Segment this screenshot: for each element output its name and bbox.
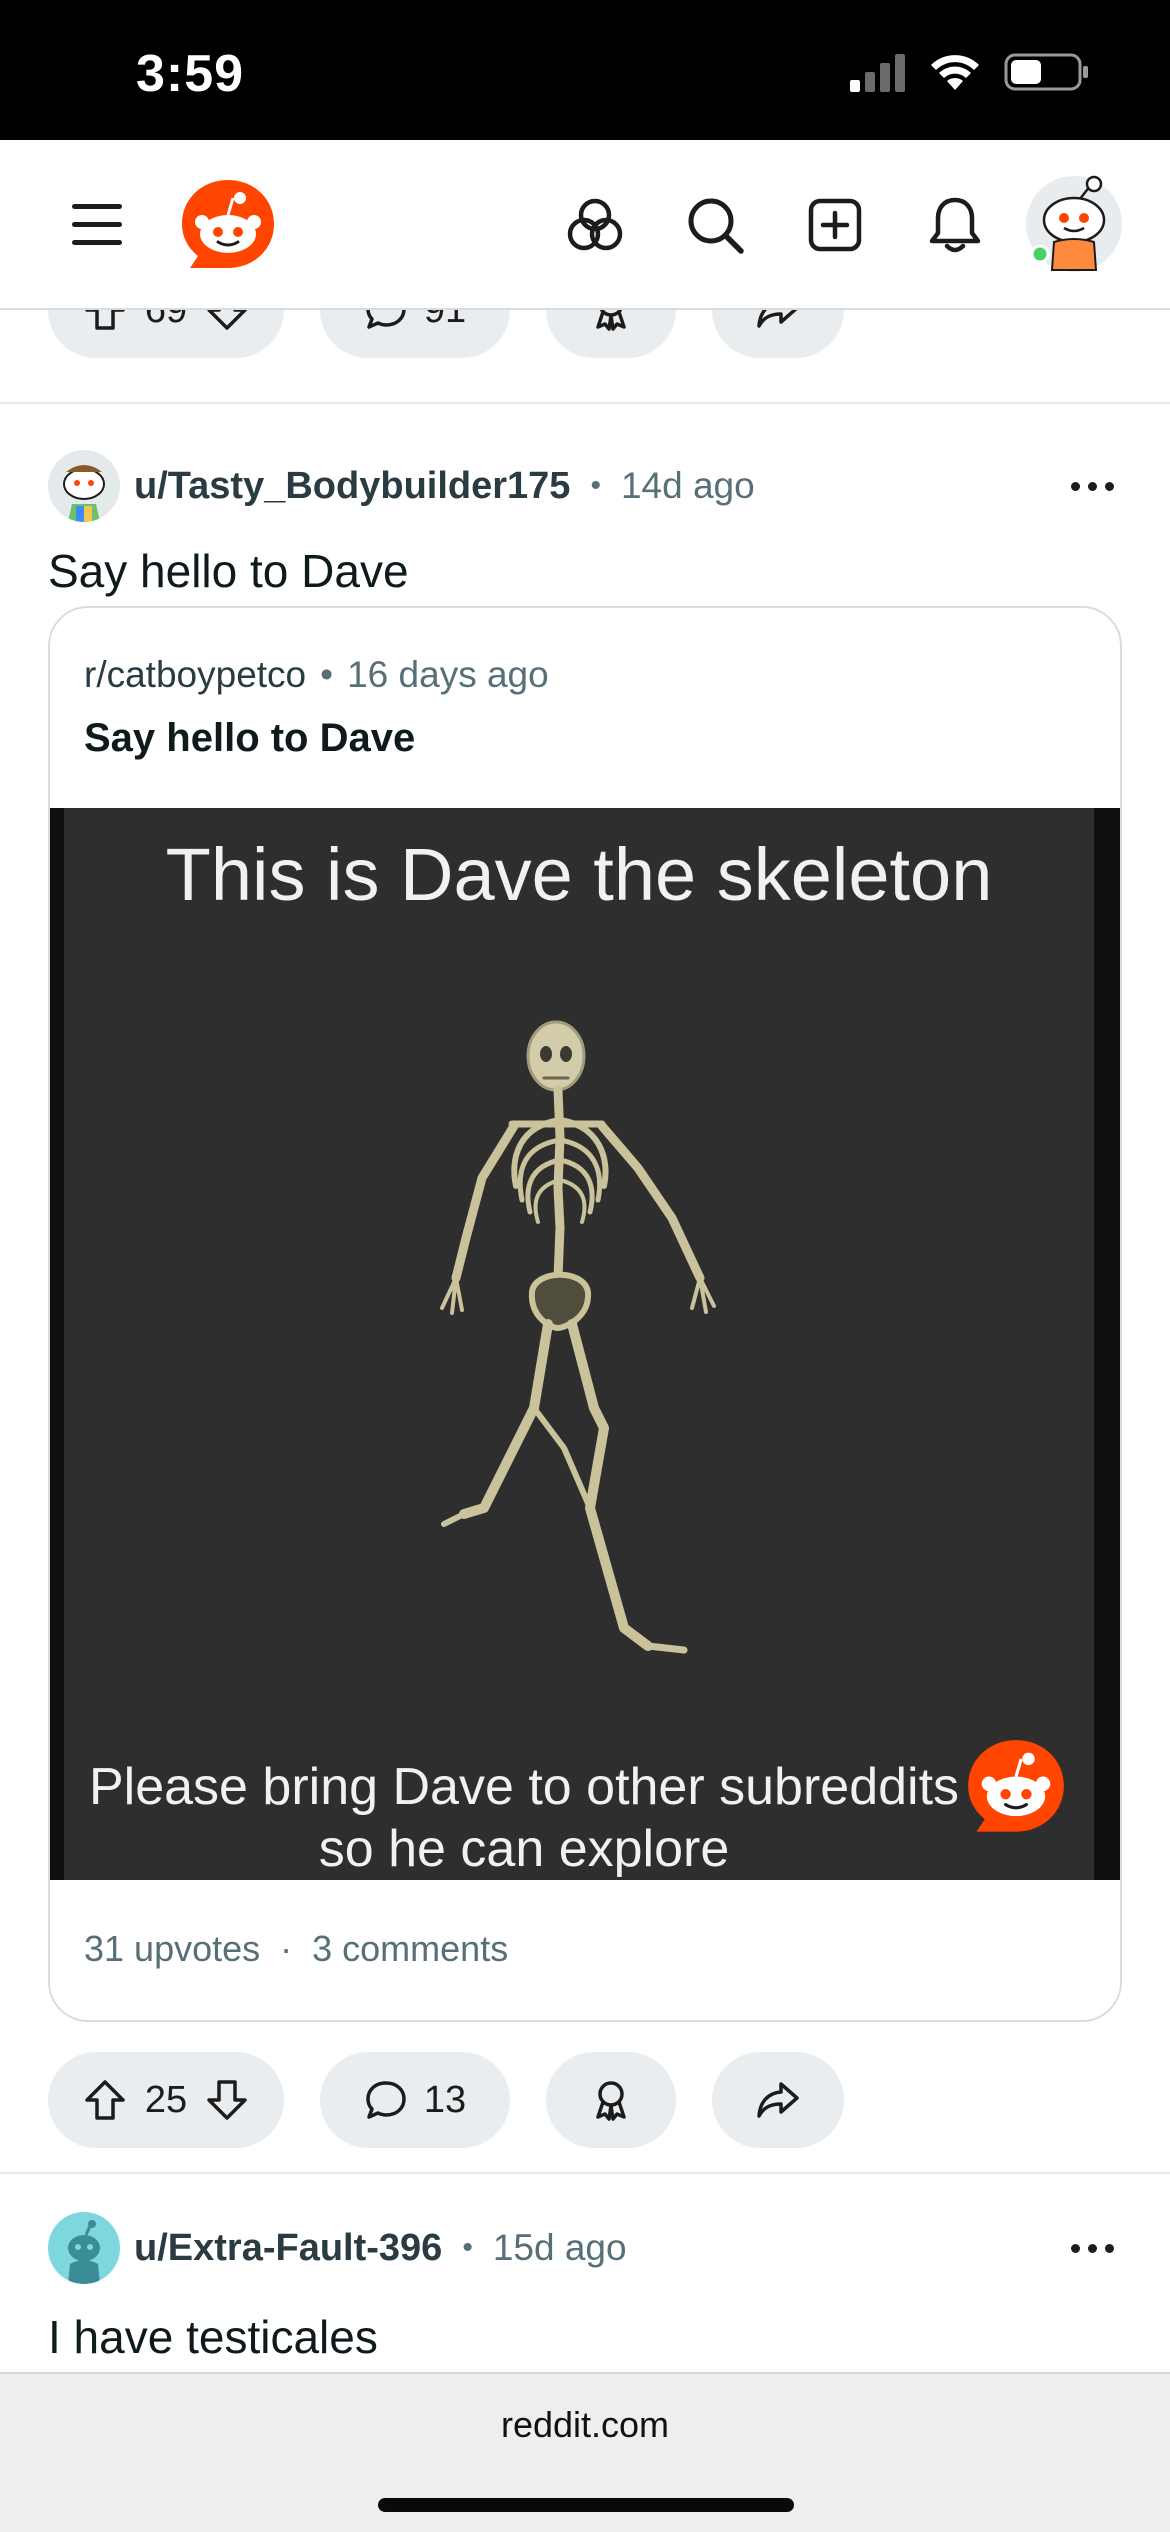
home-indicator[interactable] (378, 2498, 794, 2512)
prev-upvote-count: 69 (145, 310, 187, 332)
communities-icon (567, 198, 623, 251)
prev-vote-pill: 69 (48, 310, 284, 358)
prev-comments-button[interactable]: 91 (320, 310, 510, 358)
more-dot (1071, 2244, 1080, 2253)
next-post-card[interactable]: u/Extra-Fault-396 • 15d ago I have testi… (0, 2174, 1170, 2372)
app-header (0, 140, 1170, 310)
crosspost-upvotes: 31 upvotes (84, 1928, 261, 1969)
cellular-signal-icon (850, 54, 905, 92)
reddit-watermark-icon (968, 1740, 1064, 1832)
profile-avatar-button[interactable] (1024, 172, 1124, 276)
share-icon (757, 2082, 799, 2118)
next-post-title[interactable]: I have testicales (48, 2310, 378, 2364)
status-icons (850, 52, 1090, 92)
post-age: 14d ago (620, 465, 755, 506)
reddit-home-logo[interactable] (178, 176, 278, 276)
url-text[interactable]: reddit.com (0, 2404, 1170, 2446)
post-meta: u/Tasty_Bodybuilder175 • 14d ago (48, 450, 755, 522)
post-card[interactable]: u/Tasty_Bodybuilder175 • 14d ago Say hel… (0, 404, 1170, 2284)
more-dot (1105, 2244, 1114, 2253)
next-author-avatar[interactable] (48, 2212, 120, 2284)
upvote-count: 25 (144, 2078, 188, 2121)
share-button[interactable] (712, 2052, 844, 2148)
meme-caption-bottom: Please bring Dave to other subreddits so… (74, 1756, 974, 1880)
next-post-overflow-menu-button[interactable] (1071, 2244, 1114, 2253)
crosspost-meta: r/catboypetco • 16 days ago (84, 654, 549, 696)
meta-separator: • (462, 2231, 473, 2264)
next-post-author[interactable]: u/Extra-Fault-396 (134, 2227, 442, 2270)
avatar-icon (1026, 175, 1122, 272)
meta-separator: • (590, 469, 601, 502)
crosspost-stats: 31 upvotes · 3 comments (84, 1928, 508, 1970)
crosspost-comments[interactable]: 3 comments (312, 1928, 508, 1969)
menu-icon (72, 204, 122, 245)
more-dot (1105, 482, 1114, 491)
communities-button[interactable] (560, 190, 630, 260)
crosspost-card[interactable]: r/catboypetco • 16 days ago Say hello to D… (48, 606, 1122, 2022)
meme-caption-bottom-line2: so he can explore (318, 1820, 730, 1878)
create-post-icon (808, 198, 862, 252)
upvote-icon[interactable] (83, 310, 127, 332)
status-bar: 3:59 (0, 0, 1170, 140)
status-time: 3:59 (136, 45, 245, 103)
upvote-icon[interactable] (83, 2078, 127, 2122)
create-post-button[interactable] (800, 190, 870, 260)
share-icon (757, 310, 798, 328)
user-avatar-icon (48, 2212, 120, 2284)
search-icon (688, 198, 744, 254)
browser-address-bar[interactable]: reddit.com (0, 2372, 1170, 2532)
prev-post-action-row: 69 91 (48, 310, 844, 358)
downvote-icon[interactable] (205, 310, 249, 332)
battery-icon (1004, 53, 1088, 91)
award-icon (596, 310, 626, 331)
post-title[interactable]: Say hello to Dave (48, 544, 409, 598)
post-overflow-menu-button[interactable] (1071, 482, 1114, 491)
crosspost-age: 16 days ago (347, 654, 549, 695)
post-author[interactable]: u/Tasty_Bodybuilder175 (134, 465, 570, 508)
reddit-logo-icon (182, 180, 274, 268)
comments-button[interactable]: 13 (320, 2052, 510, 2148)
award-icon (596, 2081, 626, 2121)
comment-count: 13 (423, 2078, 467, 2121)
more-dot (1088, 482, 1097, 491)
crosspost-title[interactable]: Say hello to Dave (84, 716, 415, 761)
prev-award-button[interactable] (546, 310, 676, 358)
menu-button[interactable] (62, 190, 132, 260)
author-avatar[interactable] (48, 450, 120, 522)
prev-share-button[interactable] (712, 310, 844, 358)
search-button[interactable] (680, 190, 750, 260)
more-dot (1071, 482, 1080, 491)
user-avatar-icon (48, 450, 120, 522)
award-button[interactable] (546, 2052, 676, 2148)
next-post-meta: u/Extra-Fault-396 • 15d ago (48, 2212, 627, 2284)
wifi-icon (931, 55, 979, 90)
comment-icon (366, 310, 406, 329)
prev-comment-count: 91 (424, 310, 466, 332)
meme-caption-bottom-line1: Please bring Dave to other subreddits (88, 1758, 960, 1816)
vote-pill: 25 (48, 2052, 284, 2148)
meta-separator: · (280, 1928, 293, 1969)
post-image[interactable]: This is Dave the skeleton Please bring D… (50, 808, 1120, 1880)
crosspost-subreddit[interactable]: r/catboypetco (84, 654, 306, 695)
feed[interactable]: 69 91 (0, 310, 1170, 2372)
downvote-icon[interactable] (205, 2078, 249, 2122)
next-post-age: 15d ago (492, 2227, 627, 2268)
post-action-row: 25 13 (48, 2052, 844, 2148)
skeleton-illustration (440, 1020, 716, 1654)
more-dot (1088, 2244, 1097, 2253)
comment-icon (366, 2081, 406, 2119)
bell-icon (929, 197, 981, 253)
meme-image: This is Dave the skeleton Please bring D… (64, 808, 1094, 1880)
meta-separator: • (320, 654, 334, 695)
notifications-button[interactable] (920, 190, 990, 260)
